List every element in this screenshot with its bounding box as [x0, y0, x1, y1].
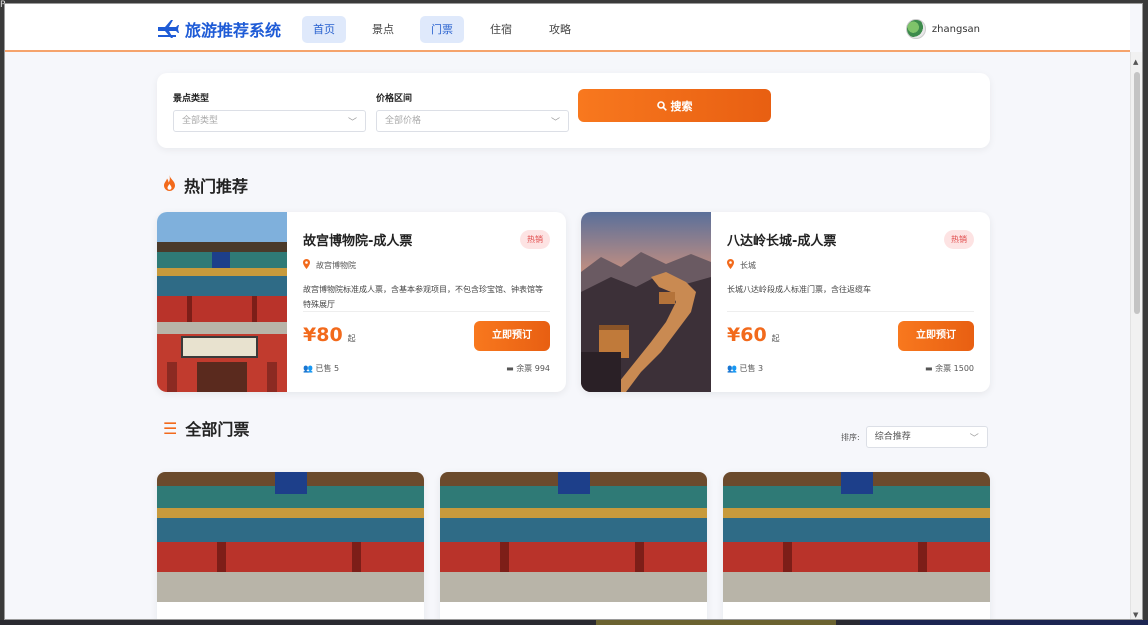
ticket-icon: ▬	[924, 364, 933, 373]
ticket-description: 长城八达岭段成人标准门票，含往返缆车	[727, 282, 974, 312]
vertical-scrollbar[interactable]: ▲ ▼	[1130, 52, 1142, 619]
price-select[interactable]: 全部价格 ﹀	[376, 110, 569, 132]
sold-label: 已售 5	[315, 364, 340, 373]
ticket-price: ¥80 起	[303, 324, 356, 346]
all-section-label: 全部门票	[185, 420, 250, 439]
browser-window: 旅游推荐系统 首页 景点 门票 住宿 攻略 zhangsan 景点类型 全部类型…	[4, 3, 1143, 620]
sort-select-value: 综合推荐	[874, 432, 911, 442]
nav-hotels[interactable]: 住宿	[479, 16, 523, 43]
brand-logo[interactable]: 旅游推荐系统	[157, 17, 281, 41]
hot-section-title: 热门推荐	[163, 173, 248, 197]
chevron-down-icon: ﹀	[969, 434, 979, 444]
sort-label: 排序:	[841, 432, 860, 442]
hot-card[interactable]: 故宫博物院-成人票 热销 故宫博物院 故宫博物院标准成人票，含基本参观项目，不包…	[157, 212, 566, 392]
remaining-label: 余票 1500	[935, 364, 974, 373]
location-pin-icon	[727, 259, 734, 272]
hot-card[interactable]: 八达岭长城-成人票 热销 长城 长城八达岭段成人标准门票，含往返缆车 ¥60 起 …	[581, 212, 990, 392]
price-filter-label: 价格区间	[376, 94, 413, 104]
hot-section-label: 热门推荐	[184, 177, 249, 196]
taskbar-segment	[596, 620, 836, 625]
hot-card-body: 故宫博物院-成人票 热销 故宫博物院 故宫博物院标准成人票，含基本参观项目，不包…	[303, 230, 550, 312]
users-icon: 👥	[303, 364, 313, 373]
forbidden-city-image	[723, 472, 990, 602]
nav-guides[interactable]: 攻略	[538, 16, 582, 43]
price-suffix: 起	[771, 334, 780, 343]
brand-name: 旅游推荐系统	[185, 21, 282, 40]
taskbar-segment	[860, 620, 1148, 625]
location-pin-icon	[303, 259, 310, 272]
forbidden-city-image	[440, 472, 707, 602]
ticket-card[interactable]	[723, 472, 990, 619]
ticket-card[interactable]	[157, 472, 424, 619]
sort-select[interactable]: 综合推荐 ﹀	[865, 426, 988, 448]
sold-label: 已售 3	[739, 364, 764, 373]
book-now-button[interactable]: 立即预订	[474, 321, 550, 351]
scrollbar-thumb[interactable]	[1134, 72, 1140, 314]
username: zhangsan	[931, 23, 980, 35]
sold-count: 👥 已售 5	[303, 363, 339, 374]
ticket-price: ¥60 起	[727, 324, 780, 346]
avatar[interactable]	[905, 19, 926, 39]
taskbar-strip	[0, 620, 1148, 625]
price-row: ¥80 起 立即预订	[303, 321, 550, 353]
search-icon	[656, 100, 667, 111]
type-select[interactable]: 全部类型 ﹀	[173, 110, 366, 132]
type-filter: 景点类型 全部类型 ﹀	[173, 91, 366, 132]
search-button-label: 搜索	[670, 99, 693, 113]
sold-count: 👥 已售 3	[727, 363, 763, 374]
book-now-button[interactable]: 立即预订	[898, 321, 974, 351]
user-menu[interactable]: zhangsan	[905, 19, 980, 39]
hot-card-body: 八达岭长城-成人票 热销 长城 长城八达岭段成人标准门票，含往返缆车	[727, 230, 974, 312]
chevron-down-icon: ﹀	[347, 118, 357, 128]
fire-icon	[163, 175, 176, 195]
hot-badge: 热销	[520, 230, 550, 249]
type-filter-label: 景点类型	[173, 94, 210, 104]
ticket-location-label: 长城	[740, 261, 756, 270]
users-icon: 👥	[727, 364, 737, 373]
price-value: ¥60	[727, 324, 767, 346]
ticket-location-label: 故宫博物院	[316, 261, 356, 270]
top-navbar: 旅游推荐系统 首页 景点 门票 住宿 攻略 zhangsan	[5, 4, 1130, 52]
ticket-card[interactable]	[440, 472, 707, 619]
search-button[interactable]: 搜索	[578, 89, 771, 122]
ticket-location: 故宫博物院	[303, 259, 550, 272]
chevron-down-icon: ﹀	[550, 118, 560, 128]
great-wall-image	[581, 212, 711, 392]
nav-attractions[interactable]: 景点	[361, 16, 405, 43]
ticket-icon: ▬	[506, 364, 514, 373]
hot-badge: 热销	[944, 230, 974, 249]
forbidden-city-image	[157, 212, 287, 392]
list-icon: ☰	[163, 418, 178, 438]
remaining-count: ▬ 余票 994	[506, 363, 550, 374]
remaining-label: 余票 994	[516, 364, 550, 373]
price-value: ¥80	[303, 324, 343, 346]
type-select-value: 全部类型	[182, 116, 219, 126]
price-suffix: 起	[347, 334, 356, 343]
ticket-name[interactable]: 故宫博物院-成人票	[303, 230, 550, 249]
ticket-location: 长城	[727, 259, 974, 272]
price-row: ¥60 起 立即预订	[727, 321, 974, 353]
plane-icon	[158, 20, 179, 38]
nav-home[interactable]: 首页	[302, 16, 346, 43]
sort-control: 排序: 综合推荐 ﹀	[841, 426, 988, 448]
all-section-title: ☰ 全部门票	[163, 416, 249, 440]
ticket-description: 故宫博物院标准成人票，含基本参观项目，不包含珍宝馆、钟表馆等特殊展厅	[303, 282, 550, 312]
scroll-up-icon[interactable]: ▲	[1133, 58, 1138, 66]
main-nav: 首页 景点 门票 住宿 攻略	[302, 16, 597, 43]
price-filter: 价格区间 全部价格 ﹀	[376, 91, 569, 132]
remaining-count: ▬ 余票 1500	[925, 363, 974, 374]
price-select-value: 全部价格	[385, 116, 422, 126]
forbidden-city-image	[157, 472, 424, 602]
search-panel: 景点类型 全部类型 ﹀ 价格区间 全部价格 ﹀ 搜索	[157, 73, 990, 148]
nav-tickets[interactable]: 门票	[420, 16, 464, 43]
ticket-name[interactable]: 八达岭长城-成人票	[727, 230, 974, 249]
scroll-down-icon[interactable]: ▼	[1133, 611, 1138, 619]
